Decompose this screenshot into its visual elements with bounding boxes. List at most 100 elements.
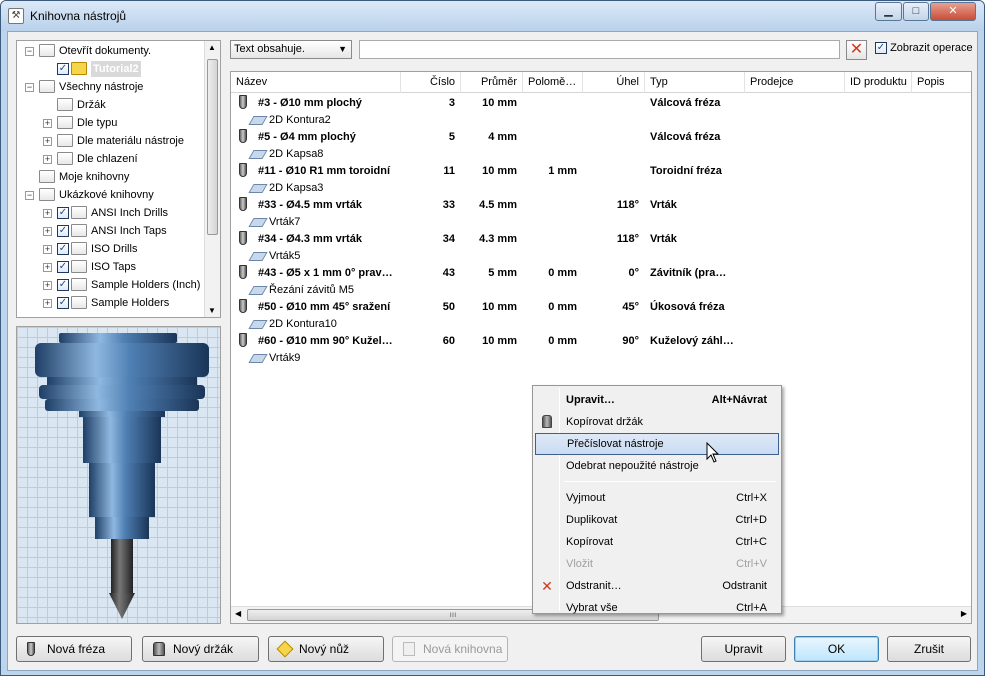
menu-item[interactable]: ✕ Odstranit… Odstranit <box>535 575 779 597</box>
tool-row[interactable]: #5 - Ø4 mm plochý 5 4 mm Válcová fréza <box>231 129 971 146</box>
tool-row[interactable]: #34 - Ø4.3 mm vrták 34 4.3 mm 118° Vrták <box>231 231 971 248</box>
tool-row[interactable]: #3 - Ø10 mm plochý 3 10 mm Válcová fréza <box>231 95 971 112</box>
clear-filter-button[interactable]: ✕ <box>846 40 867 60</box>
operation-icon <box>248 115 268 125</box>
scroll-up-icon[interactable]: ▲ <box>208 43 216 52</box>
tool-num-cell: 60 <box>442 335 455 347</box>
new-knife-button[interactable]: Nový nůž <box>268 636 384 662</box>
menu-item[interactable]: Vybrat vše Ctrl+A <box>535 597 779 619</box>
tool-row[interactable]: #11 - Ø10 R1 mm toroidní 11 10 mm 1 mm Toroi… <box>231 163 971 180</box>
operation-row[interactable]: 2D Kontura2 <box>248 112 331 129</box>
checkbox-icon[interactable]: ✓ <box>57 297 69 309</box>
menu-item[interactable]: Upravit… Alt+Návrat <box>535 389 779 411</box>
operation-row[interactable]: 2D Kontura10 <box>248 316 337 333</box>
folder-icon <box>39 188 55 201</box>
operation-row[interactable]: 2D Kapsa8 <box>248 146 323 163</box>
close-icon[interactable]: ✕ <box>930 2 976 21</box>
operation-row[interactable]: 2D Kapsa3 <box>248 180 324 197</box>
mill-icon <box>27 642 35 656</box>
menu-item[interactable]: Duplikovat Ctrl+D <box>535 509 779 531</box>
column-header[interactable]: Průměr <box>461 72 523 93</box>
operation-row[interactable]: Vrták9 <box>248 350 301 367</box>
show-operations-toggle[interactable]: ✓ Zobrazit operace <box>875 42 973 55</box>
maximize-icon[interactable]: □ <box>903 2 929 21</box>
tool-name-cell: #50 - Ø10 mm 45° sražení <box>258 301 391 313</box>
context-menu: Upravit… Alt+Návrat Kopírovat držák Přečísl… <box>532 385 782 614</box>
menu-item[interactable]: Přečíslovat nástroje <box>535 433 779 455</box>
column-header[interactable]: Typ <box>645 72 745 93</box>
column-header[interactable]: Popis <box>912 72 971 93</box>
menu-item[interactable]: Vložit Ctrl+V <box>535 553 779 575</box>
column-header[interactable]: ID produktu <box>845 72 912 93</box>
folder-icon <box>71 278 87 291</box>
collapse-icon[interactable]: − <box>25 47 34 56</box>
scroll-right-icon[interactable]: ▶ <box>961 609 967 618</box>
new-holder-button[interactable]: Nový držák <box>142 636 259 662</box>
new-mill-button[interactable]: Nová fréza <box>16 636 132 662</box>
expand-icon[interactable]: + <box>43 137 52 146</box>
collapse-icon[interactable]: − <box>25 83 34 92</box>
column-header[interactable]: Úhel <box>583 72 645 93</box>
tool-row[interactable]: #33 - Ø4.5 mm vrták 33 4.5 mm 118° Vrták <box>231 197 971 214</box>
cancel-button[interactable]: Zrušit <box>887 636 971 662</box>
column-header[interactable]: Číslo <box>401 72 461 93</box>
menu-item[interactable]: Kopírovat držák <box>535 411 779 433</box>
expand-icon[interactable]: + <box>43 155 52 164</box>
tool-angle-cell: 0° <box>628 267 639 279</box>
ok-button[interactable]: OK <box>794 636 879 662</box>
scroll-down-icon[interactable]: ▼ <box>208 306 216 315</box>
operation-label: 2D Kapsa3 <box>269 182 324 194</box>
checkbox-icon[interactable]: ✓ <box>57 261 69 273</box>
tree-scroll-thumb[interactable] <box>207 59 218 235</box>
operation-row[interactable]: Řezání závitů M5 <box>248 282 354 299</box>
column-header[interactable]: Polomě… <box>523 72 583 93</box>
library-tree[interactable]: − Otevřít dokumenty. ✓ Tutorial2 − Všechny ná… <box>16 40 221 318</box>
checkbox-icon[interactable]: ✓ <box>875 42 887 55</box>
tool-icon <box>239 333 247 347</box>
menu-item[interactable]: Odebrat nepoužité nástroje <box>535 455 779 477</box>
expand-icon[interactable]: + <box>43 263 52 272</box>
menu-item[interactable]: Kopírovat Ctrl+C <box>535 531 779 553</box>
checkbox-icon[interactable]: ✓ <box>57 279 69 291</box>
holder-icon <box>153 642 165 656</box>
tree-scrollbar[interactable]: ▲ ▼ <box>204 41 220 317</box>
expand-icon[interactable]: + <box>43 281 52 290</box>
title-bar[interactable]: ⚒ Knihovna nástrojů ▁ □ ✕ <box>1 1 984 31</box>
checkbox-icon[interactable]: ✓ <box>57 243 69 255</box>
library-icon <box>403 642 415 656</box>
checkbox-icon[interactable]: ✓ <box>57 207 69 219</box>
operation-row[interactable]: Vrták7 <box>248 214 301 231</box>
new-library-button[interactable]: Nová knihovna <box>392 636 508 662</box>
checkbox-icon[interactable]: ✓ <box>57 225 69 237</box>
checkbox-icon[interactable]: ✓ <box>57 63 69 75</box>
mouse-cursor-icon <box>706 442 720 463</box>
tool-type-cell: Vrták <box>650 233 677 245</box>
tool-dia-cell: 4 mm <box>488 131 517 143</box>
edit-button[interactable]: Upravit <box>701 636 786 662</box>
operation-row[interactable]: Vrták5 <box>248 248 300 265</box>
expand-icon[interactable]: + <box>43 245 52 254</box>
tool-row[interactable]: #50 - Ø10 mm 45° sražení 50 10 mm 0 mm 45° Úk… <box>231 299 971 316</box>
tool-row[interactable]: #60 - Ø10 mm 90° Kužel… 60 10 mm 0 mm 90° Kuž… <box>231 333 971 350</box>
column-header[interactable]: Název <box>231 72 401 93</box>
search-input[interactable] <box>359 40 840 59</box>
operation-icon <box>248 319 268 329</box>
scroll-left-icon[interactable]: ◀ <box>235 609 241 618</box>
tree-item-label: Dle chlazení <box>77 153 138 165</box>
menu-item[interactable]: Vyjmout Ctrl+X <box>535 487 779 509</box>
operation-label: Vrták7 <box>269 216 301 228</box>
operation-label: Vrták9 <box>269 352 301 364</box>
app-icon: ⚒ <box>8 8 24 24</box>
minimize-icon[interactable]: ▁ <box>875 2 902 21</box>
collapse-icon[interactable]: − <box>25 191 34 200</box>
expand-icon[interactable]: + <box>43 299 52 308</box>
column-header[interactable]: Prodejce <box>745 72 845 93</box>
menu-item-shortcut: Ctrl+D <box>735 514 767 526</box>
filter-mode-combo[interactable]: Text obsahuje. ▼ <box>230 40 352 59</box>
tool-row[interactable]: #43 - Ø5 x 1 mm 0° prav… 43 5 mm 0 mm 0° Závi… <box>231 265 971 282</box>
folder-icon <box>71 242 87 255</box>
expand-icon[interactable]: + <box>43 209 52 218</box>
expand-icon[interactable]: + <box>43 227 52 236</box>
operation-label: Řezání závitů M5 <box>269 284 354 296</box>
expand-icon[interactable]: + <box>43 119 52 128</box>
